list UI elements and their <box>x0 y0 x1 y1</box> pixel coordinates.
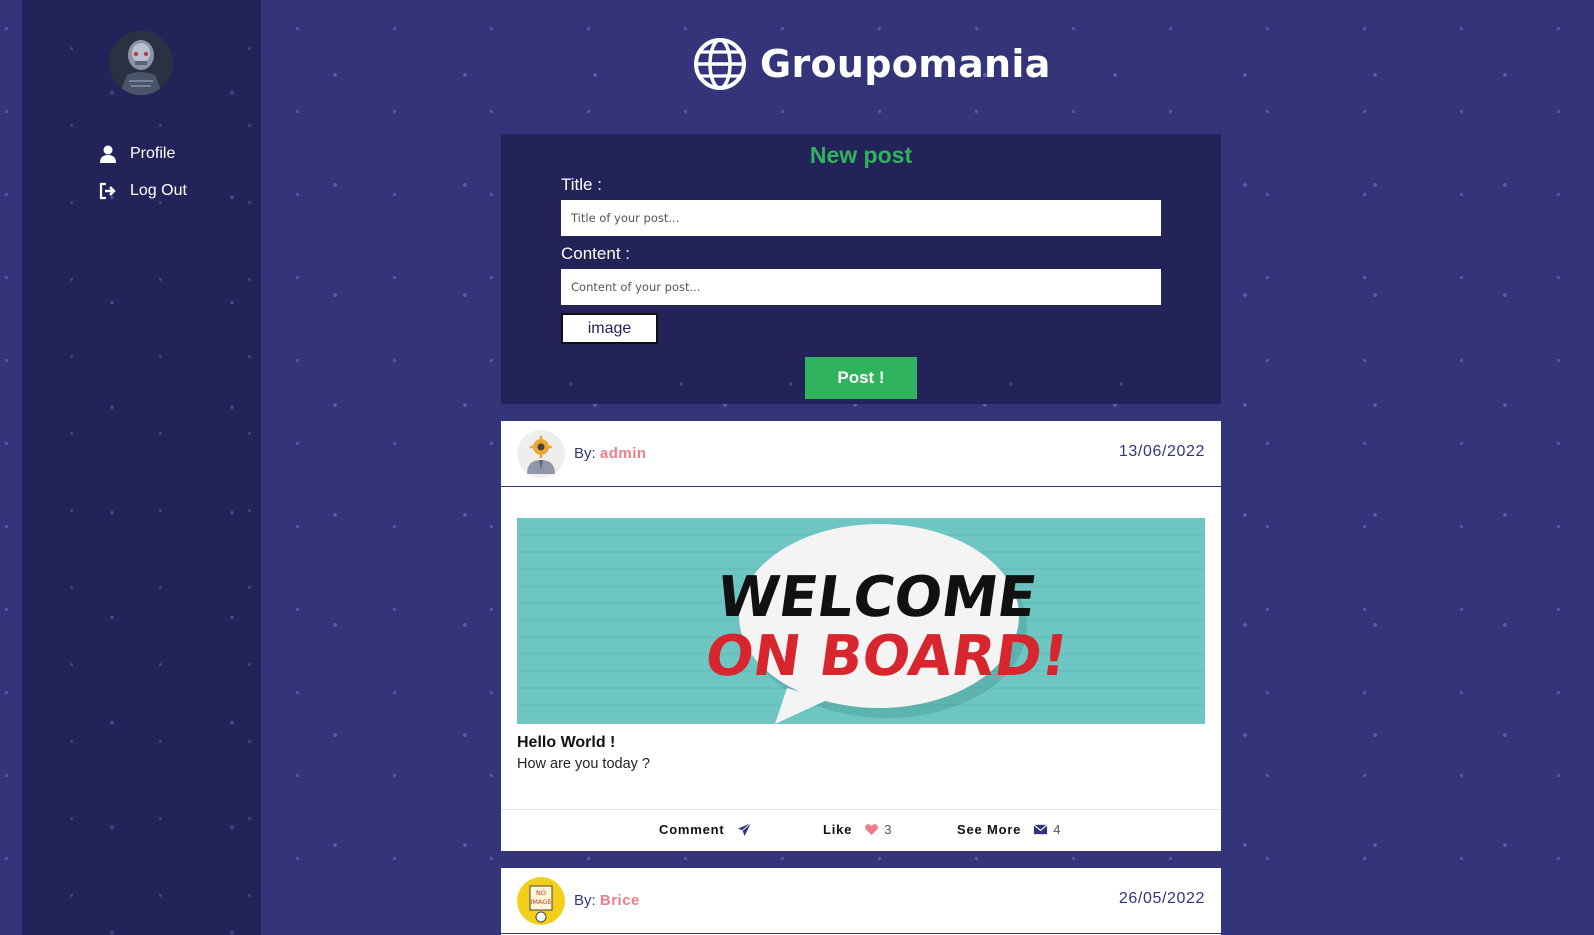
title-input[interactable] <box>561 200 1161 236</box>
sidebar: Profile Log Out <box>22 0 261 935</box>
like-count: 3 <box>884 822 893 837</box>
post-author-line: By: Brice <box>574 892 640 909</box>
post-header: NO IMAGE By: Brice 26/05/2022 <box>501 868 1221 934</box>
app-title: Groupomania <box>760 42 1051 86</box>
author-avatar: NO IMAGE <box>517 877 565 925</box>
welcome-banner-image: WELCOME ON BOARD! <box>517 518 1205 724</box>
user-icon <box>98 144 130 164</box>
see-more-button[interactable]: See More 4 <box>957 822 1061 837</box>
user-avatar[interactable] <box>109 31 173 95</box>
post-date: 13/06/2022 <box>1118 443 1205 460</box>
content-label: Content : <box>561 244 630 263</box>
comment-button[interactable]: Comment <box>659 822 752 837</box>
author-avatar <box>517 430 565 478</box>
robot-avatar-image <box>109 31 173 95</box>
post-image[interactable]: WELCOME ON BOARD! <box>517 518 1205 724</box>
globe-icon <box>693 37 747 91</box>
post-header: By: admin 13/06/2022 <box>501 421 1221 487</box>
app-header: Groupomania <box>693 36 1051 92</box>
sidebar-nav: Profile Log Out <box>98 135 187 209</box>
banner-line2: ON BOARD! <box>701 624 1071 689</box>
heart-icon <box>865 824 879 836</box>
logout-icon <box>98 181 130 201</box>
post-card: NO IMAGE By: Brice 26/05/2022 <box>501 868 1221 935</box>
banner-line1: WELCOME <box>713 565 1040 630</box>
new-post-form: New post Title : Content : image Post ! <box>501 134 1221 404</box>
envelope-icon <box>1033 824 1048 835</box>
by-label: By: <box>574 445 596 462</box>
post-card: By: admin 13/06/2022 WELCOME ON BOARD! H… <box>501 421 1221 851</box>
post-date: 26/05/2022 <box>1118 890 1205 907</box>
post-actions: Comment Like 3 See More 4 <box>501 809 1221 851</box>
submit-post-button[interactable]: Post ! <box>805 357 917 399</box>
sidebar-item-label: Log Out <box>130 181 187 199</box>
post-content: How are you today ? <box>517 756 650 772</box>
sidebar-item-logout[interactable]: Log Out <box>98 172 187 209</box>
image-upload-button[interactable]: image <box>561 313 658 344</box>
content-input[interactable] <box>561 269 1161 305</box>
comment-label: Comment <box>659 822 725 837</box>
title-label: Title : <box>561 175 602 194</box>
post-title: Hello World ! <box>517 734 616 751</box>
comment-count: 4 <box>1053 822 1062 837</box>
sidebar-item-profile[interactable]: Profile <box>98 135 187 172</box>
by-label: By: <box>574 892 596 909</box>
post-author[interactable]: admin <box>600 445 647 462</box>
post-author[interactable]: Brice <box>600 892 640 909</box>
like-label: Like <box>823 822 853 837</box>
see-more-label: See More <box>957 822 1022 837</box>
like-button[interactable]: Like 3 <box>823 822 892 837</box>
avatar-text-line1: NO <box>536 889 546 897</box>
avatar-text-line2: IMAGE <box>530 898 551 906</box>
paper-plane-icon <box>737 822 751 837</box>
new-post-heading: New post <box>809 142 913 168</box>
sidebar-item-label: Profile <box>130 144 176 162</box>
post-author-line: By: admin <box>574 445 647 462</box>
